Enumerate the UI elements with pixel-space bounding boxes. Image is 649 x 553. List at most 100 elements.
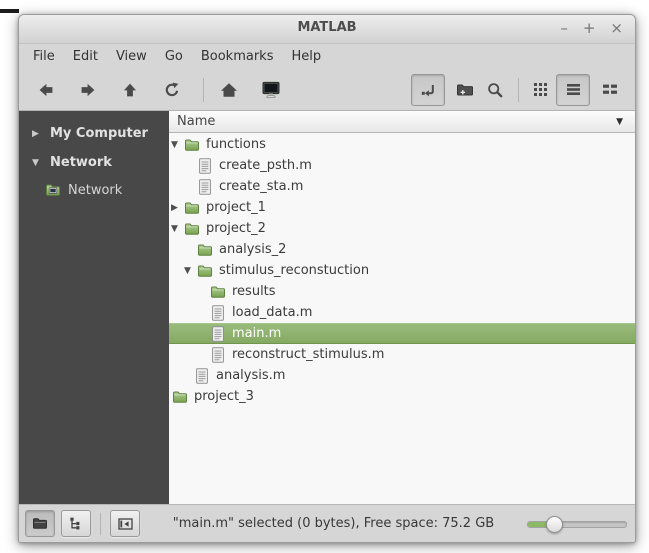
column-header-label: Name: [177, 114, 216, 129]
list-view-icon: [567, 84, 580, 95]
treeview-icon: [69, 517, 84, 530]
toggle-sidebar-icon: [118, 518, 133, 530]
sidebar-item-label: My Computer: [50, 126, 148, 141]
close-button[interactable]: ×: [610, 19, 623, 37]
tree-row-results[interactable]: results: [169, 281, 635, 302]
chevron-right-icon[interactable]: ▶: [32, 129, 50, 139]
tree-row-project-1[interactable]: ▶ project_1: [169, 197, 635, 218]
file-manager-window: MATLAB – + × File Edit View Go Bookmarks…: [18, 14, 636, 543]
tree-row-create-sta[interactable]: create_sta.m: [169, 176, 635, 197]
menu-go[interactable]: Go: [156, 46, 192, 67]
menu-view[interactable]: View: [107, 46, 156, 67]
tree-row-create-psth[interactable]: create_psth.m: [169, 155, 635, 176]
folder-icon: [172, 390, 188, 404]
toggle-sidebar-button[interactable]: [110, 510, 140, 537]
tree-row-functions[interactable]: ▼ functions: [169, 134, 635, 155]
tree-row-analysis-m[interactable]: analysis.m: [169, 365, 635, 386]
network-folder-icon: [45, 183, 61, 197]
zoom-slider-knob[interactable]: [546, 515, 563, 533]
statusbar: "main.m" selected (0 bytes), Free space:…: [19, 504, 635, 542]
file-icon: [197, 158, 213, 174]
window-controls: – + ×: [560, 19, 623, 37]
compact-view-button[interactable]: [596, 75, 624, 105]
folder-icon: [184, 201, 200, 215]
tree-row-analysis-2[interactable]: analysis_2: [169, 239, 635, 260]
file-icon: [210, 347, 226, 363]
folder-icon: [197, 264, 213, 278]
new-folder-icon: [456, 83, 474, 97]
sidebar-item-label: Network: [50, 155, 112, 170]
menubar: File Edit View Go Bookmarks Help: [19, 44, 635, 69]
tree-row-project-3[interactable]: project_3: [169, 386, 635, 407]
toggle-location-icon: [420, 82, 436, 98]
up-arrow-icon: [122, 82, 138, 98]
icon-view-button[interactable]: [526, 75, 554, 105]
show-places-button[interactable]: [25, 510, 55, 537]
menu-help[interactable]: Help: [282, 46, 330, 67]
sidebar-item-my-computer[interactable]: ▶ My Computer: [19, 119, 169, 148]
titlebar[interactable]: MATLAB – + ×: [19, 15, 635, 44]
zoom-slider[interactable]: [527, 515, 627, 533]
tree-row-stimulus-reconstuction[interactable]: ▼ stimulus_reconstuction: [169, 260, 635, 281]
chevron-down-icon[interactable]: ▼: [32, 158, 50, 168]
content-area: ▶ My Computer ▼ Network Network Name ▼ ▼: [19, 111, 635, 504]
menu-file[interactable]: File: [24, 46, 64, 67]
maximize-button[interactable]: +: [583, 19, 596, 37]
places-sidebar: ▶ My Computer ▼ Network Network: [19, 111, 169, 504]
column-header-name[interactable]: Name ▼: [169, 111, 635, 133]
expander-down-icon[interactable]: ▼: [184, 266, 197, 276]
back-arrow-icon: [38, 82, 54, 98]
status-text: "main.m" selected (0 bytes), Free space:…: [172, 516, 495, 531]
sidebar-item-network[interactable]: ▼ Network: [19, 148, 169, 177]
computer-button[interactable]: [253, 75, 289, 105]
back-button[interactable]: [28, 75, 64, 105]
toolbar-separator: [203, 77, 204, 102]
expander-down-icon[interactable]: ▼: [171, 224, 184, 234]
file-icon: [197, 179, 213, 195]
home-icon: [220, 82, 238, 98]
file-icon: [210, 305, 226, 321]
sidebar-item-label: Network: [68, 182, 123, 198]
folder-icon: [210, 285, 226, 299]
forward-button[interactable]: [70, 75, 106, 105]
home-button[interactable]: [211, 75, 247, 105]
computer-icon: [261, 81, 281, 99]
tree-row-reconstruct-stimulus[interactable]: reconstruct_stimulus.m: [169, 344, 635, 365]
toolbar-separator: [518, 77, 519, 102]
search-button[interactable]: [481, 75, 509, 105]
expander-right-icon[interactable]: ▶: [171, 203, 184, 213]
forward-arrow-icon: [80, 82, 96, 98]
places-folder-icon: [32, 517, 48, 530]
menu-bookmarks[interactable]: Bookmarks: [192, 46, 283, 67]
zoom-slider-track[interactable]: [527, 520, 627, 528]
tree-row-load-data[interactable]: load_data.m: [169, 302, 635, 323]
folder-icon: [184, 222, 200, 236]
sidebar-item-network-child[interactable]: Network: [19, 177, 169, 203]
window-title: MATLAB: [297, 20, 357, 35]
toolbar-right-group: [411, 73, 626, 106]
background-window-edge: [0, 9, 19, 13]
folder-icon: [184, 138, 200, 152]
tree-row-project-2[interactable]: ▼ project_2: [169, 218, 635, 239]
list-view-button[interactable]: [556, 73, 590, 106]
menu-edit[interactable]: Edit: [64, 46, 107, 67]
file-icon: [210, 326, 226, 342]
refresh-button[interactable]: [154, 75, 190, 105]
toggle-location-entry-button[interactable]: [411, 73, 445, 106]
file-tree: ▼ functions create_psth.m create_sta.m ▶…: [169, 133, 635, 504]
column-menu-arrow-icon[interactable]: ▼: [616, 117, 627, 127]
refresh-icon: [164, 82, 180, 98]
folder-icon: [197, 243, 213, 257]
minimize-button[interactable]: –: [560, 19, 568, 37]
file-list-pane: Name ▼ ▼ functions create_psth.m create_…: [169, 111, 635, 504]
icon-view-icon: [534, 83, 547, 96]
expander-down-icon[interactable]: ▼: [171, 140, 184, 150]
up-button[interactable]: [112, 75, 148, 105]
statusbar-separator: [100, 512, 101, 535]
compact-view-icon: [603, 84, 617, 95]
tree-row-main-selected[interactable]: main.m: [169, 323, 635, 344]
file-icon: [194, 368, 210, 384]
show-treeview-button[interactable]: [61, 510, 91, 537]
toolbar: [19, 69, 635, 111]
new-folder-button[interactable]: [451, 75, 479, 105]
